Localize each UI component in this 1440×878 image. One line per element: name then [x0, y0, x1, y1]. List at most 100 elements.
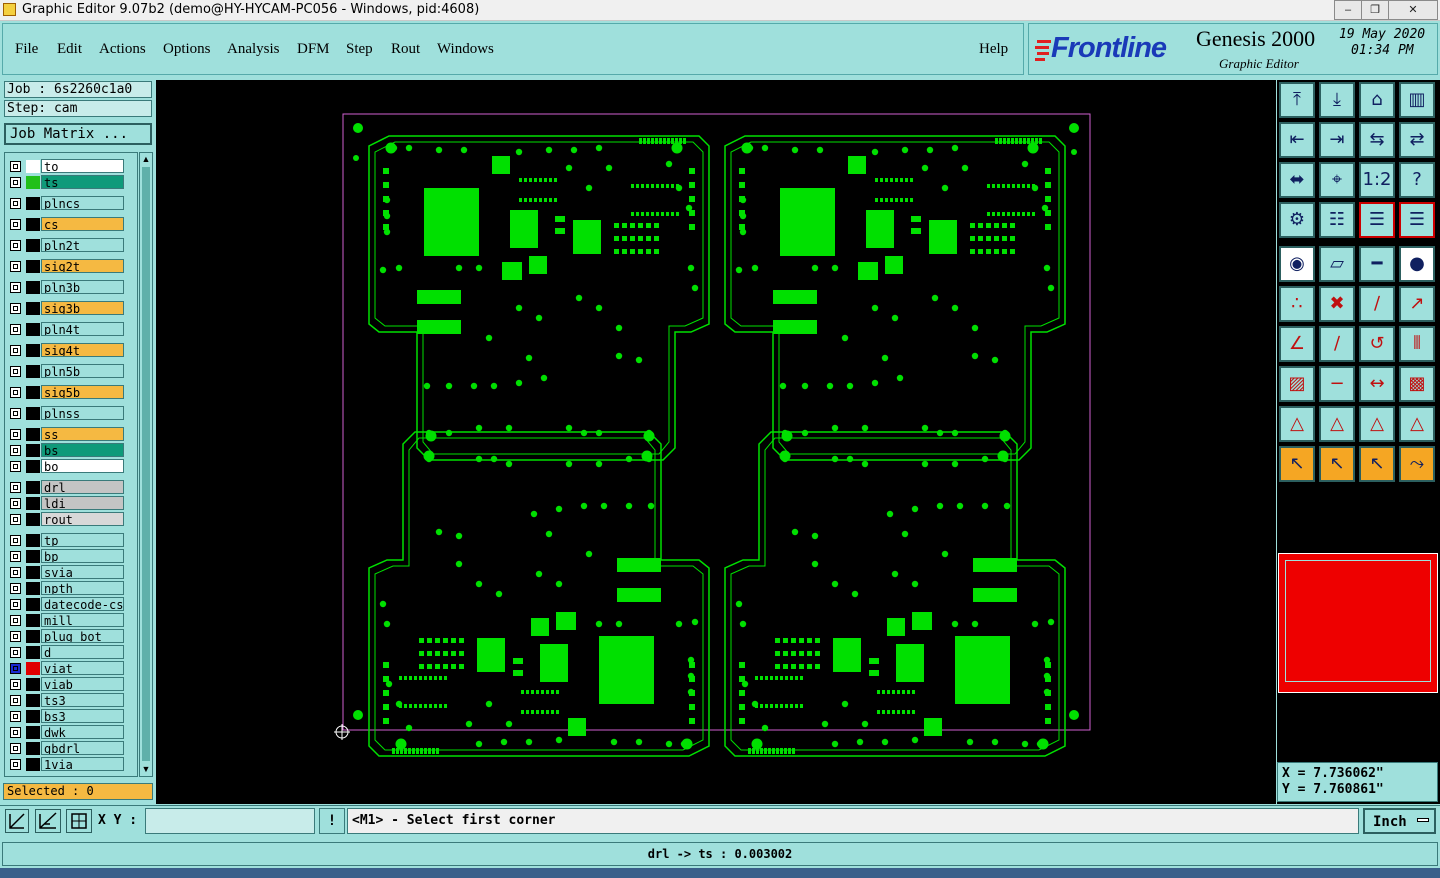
layer-name[interactable]: sig2t [41, 259, 124, 273]
layer-row[interactable]: tp [7, 533, 125, 548]
settings-icon[interactable]: ⚙ [1279, 202, 1315, 238]
group-icon[interactable]: ▩ [1399, 366, 1435, 402]
layer-name[interactable]: bp [41, 549, 124, 563]
layer-row[interactable]: d [7, 645, 125, 660]
layer-checkbox[interactable] [10, 647, 21, 658]
cross-icon[interactable]: ✖ [1319, 286, 1355, 322]
layer-checkbox[interactable] [10, 282, 21, 293]
layer-row[interactable]: plnss [7, 406, 125, 421]
close-button[interactable]: ✕ [1388, 0, 1438, 20]
transform-icon[interactable]: ▨ [1279, 366, 1315, 402]
layer-checkbox[interactable] [10, 366, 21, 377]
layer-checkbox[interactable] [10, 240, 21, 251]
layer-name[interactable]: pln4t [41, 322, 124, 336]
layer-row[interactable]: gbdrl [7, 741, 125, 756]
layer-name[interactable]: pln2t [41, 238, 124, 252]
layer-row[interactable]: ldi [7, 496, 125, 511]
help-icon[interactable]: ? [1399, 162, 1435, 198]
layer-checkbox[interactable] [10, 615, 21, 626]
layer-name[interactable]: cs [41, 217, 124, 231]
exclaim-button[interactable]: ! [319, 808, 345, 834]
layer-name[interactable]: mill [41, 613, 124, 627]
layer-checkbox[interactable] [10, 461, 21, 472]
layer-row[interactable]: plncs [7, 196, 125, 211]
layer-row[interactable]: viab [7, 677, 125, 692]
scroll-thumb[interactable] [142, 167, 150, 761]
fill-icon[interactable]: ◉ [1279, 246, 1315, 282]
dot-icon[interactable]: ● [1399, 246, 1435, 282]
menu-file[interactable]: File [15, 41, 38, 58]
edit-shape-icon[interactable]: ▱ [1319, 246, 1355, 282]
triangle-b-icon[interactable]: △ [1319, 406, 1355, 442]
layer-row[interactable]: to [7, 159, 125, 174]
move-node-icon[interactable]: ↗ [1399, 286, 1435, 322]
layer-row[interactable]: sig4t [7, 343, 125, 358]
layer-name[interactable]: ts [41, 175, 124, 189]
angle-icon[interactable]: ∠ [1279, 326, 1315, 362]
layer-checkbox[interactable] [10, 679, 21, 690]
menu-windows[interactable]: Windows [437, 41, 494, 58]
zoom-right-icon[interactable]: ⇥ [1319, 122, 1355, 158]
layer-name[interactable]: sig5b [41, 385, 124, 399]
layer-name[interactable]: sig3b [41, 301, 124, 315]
layer-checkbox[interactable] [10, 387, 21, 398]
layer-checkbox[interactable] [10, 743, 21, 754]
layer-row[interactable]: svia [7, 565, 125, 580]
layer-name[interactable]: plug_bot [41, 629, 124, 643]
scale-icon[interactable]: 1:2 [1359, 162, 1395, 198]
menu-step[interactable]: Step [346, 41, 373, 58]
flip-icon[interactable]: ⫴ [1399, 326, 1435, 362]
layer-checkbox[interactable] [10, 663, 21, 674]
swap-icon[interactable]: ⇄ [1399, 122, 1435, 158]
layer-row[interactable]: cs [7, 217, 125, 232]
layer-name[interactable]: 1via [41, 757, 124, 771]
pointer-icon[interactable]: ↖ [1279, 446, 1315, 482]
layer-name[interactable]: svia [41, 565, 124, 579]
layer-row[interactable]: pln4t [7, 322, 125, 337]
menu-help[interactable]: Help [979, 41, 1008, 58]
layer-checkbox[interactable] [10, 324, 21, 335]
xy-input[interactable] [145, 808, 315, 834]
layer-checkbox[interactable] [10, 261, 21, 272]
layer-name[interactable]: dwk [41, 725, 124, 739]
layer-row[interactable]: 1via [7, 757, 125, 772]
pcb-panel-view[interactable] [156, 80, 1276, 804]
layer-checkbox[interactable] [10, 711, 21, 722]
layer-row[interactable]: sig2t [7, 259, 125, 274]
spacing-icon[interactable]: ↔ [1359, 366, 1395, 402]
job-matrix-button[interactable]: Job Matrix ... [4, 123, 152, 145]
layer-row[interactable]: pln5b [7, 364, 125, 379]
layer-name[interactable]: to [41, 159, 124, 173]
layer-row[interactable]: bo [7, 459, 125, 474]
layer-row[interactable]: ss [7, 427, 125, 442]
menu-analysis[interactable]: Analysis [227, 41, 280, 58]
layer-name[interactable]: bs3 [41, 709, 124, 723]
layer-name[interactable]: npth [41, 581, 124, 595]
layer-checkbox[interactable] [10, 727, 21, 738]
measure-icon[interactable] [35, 809, 61, 833]
graphic-canvas[interactable] [156, 80, 1276, 804]
line-node-icon[interactable]: ∕ [1359, 286, 1395, 322]
layer-row[interactable]: sig5b [7, 385, 125, 400]
layer-name[interactable]: viab [41, 677, 124, 691]
grid-snap-icon[interactable] [66, 809, 92, 833]
select-icon[interactable]: ↖ [1319, 446, 1355, 482]
layer-row[interactable]: viat [7, 661, 125, 676]
minimize-button[interactable]: – [1334, 0, 1362, 20]
layer-checkbox[interactable] [10, 408, 21, 419]
layer-checkbox[interactable] [10, 429, 21, 440]
menu-dfm[interactable]: DFM [297, 41, 330, 58]
units-dropdown[interactable]: Inch [1363, 808, 1436, 834]
layer-row[interactable]: datecode-cs [7, 597, 125, 612]
layer-row[interactable]: ts3 [7, 693, 125, 708]
layer-name[interactable]: bo [41, 459, 124, 473]
layer-checkbox[interactable] [10, 567, 21, 578]
route-icon[interactable]: ⤳ [1399, 446, 1435, 482]
layer-name[interactable]: d [41, 645, 124, 659]
restore-button[interactable]: ❐ [1361, 0, 1389, 20]
layer-row[interactable]: dwk [7, 725, 125, 740]
layer-checkbox[interactable] [10, 759, 21, 770]
layer-row[interactable]: rout [7, 512, 125, 527]
layer-row[interactable]: bs3 [7, 709, 125, 724]
layer-row[interactable]: npth [7, 581, 125, 596]
